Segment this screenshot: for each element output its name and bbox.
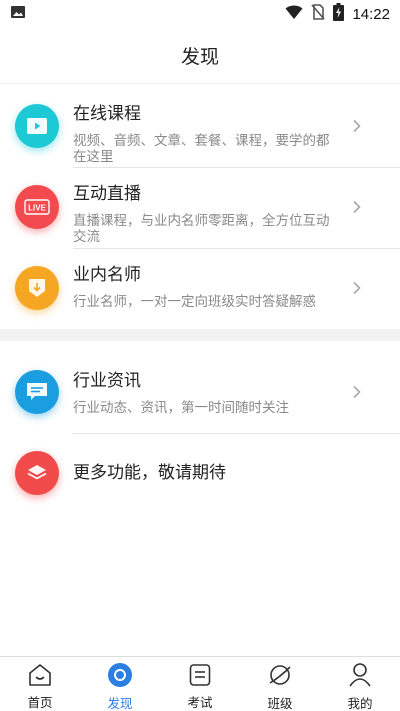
list-item-teacher[interactable]: 业内名师 行业名师，一对一定向班级实时答疑解惑 [0, 249, 400, 329]
status-bar: 14:22 [0, 0, 400, 28]
list-item-desc: 行业名师，一对一定向班级实时答疑解惑 [73, 294, 316, 310]
home-icon [27, 662, 53, 687]
class-planet-icon [267, 662, 293, 688]
message-icon [15, 370, 59, 414]
list-item-desc: 行业动态、资讯，第一时间随时关注 [73, 400, 289, 416]
chevron-right-icon [353, 119, 361, 133]
video-play-icon [15, 104, 59, 148]
layers-icon [15, 451, 59, 495]
list-item-desc: 直播课程，与业内名师零距离，全方位互动交流 [73, 213, 330, 245]
nav-home[interactable]: 首页 [0, 657, 80, 711]
wifi-icon [285, 4, 303, 24]
chevron-right-icon [353, 200, 361, 214]
header: 发现 [0, 28, 400, 84]
no-sim-icon [311, 4, 326, 24]
profile-icon [347, 662, 373, 688]
chevron-right-icon [353, 281, 361, 295]
page-title: 发现 [180, 46, 219, 68]
discover-icon [107, 662, 133, 688]
nav-exam[interactable]: 考试 [160, 657, 240, 711]
live-icon: LIVE [15, 185, 59, 229]
bottom-nav: 首页 发现 考试 班级 我的 [0, 656, 400, 711]
live-icon-text: LIVE [28, 204, 46, 213]
list-item-online-course[interactable]: 在线课程 视频、音频、文章、套餐、课程，要学的都在这里 [0, 88, 400, 168]
nav-label: 考试 [187, 695, 213, 710]
nav-discover[interactable]: 发现 [80, 657, 160, 711]
teacher-badge-icon [15, 266, 59, 310]
nav-label: 我的 [347, 696, 373, 711]
list-item-title: 更多功能，敬请期待 [73, 463, 226, 483]
nav-label: 发现 [107, 696, 133, 711]
nav-label: 班级 [267, 696, 293, 711]
list-item-title: 业内名师 [73, 265, 141, 285]
list-item-live[interactable]: LIVE 互动直播 直播课程，与业内名师零距离，全方位互动交流 [0, 168, 400, 248]
image-notification-icon [10, 4, 26, 24]
battery-charging-icon [333, 3, 345, 25]
status-time: 14:22 [352, 5, 390, 23]
list-item-desc: 视频、音频、文章、套餐、课程，要学的都在这里 [73, 133, 330, 165]
nav-class[interactable]: 班级 [240, 657, 320, 711]
section-separator [0, 329, 400, 341]
list-item-title: 在线课程 [73, 104, 141, 124]
nav-label: 首页 [27, 695, 53, 710]
list-item-title: 互动直播 [73, 184, 141, 204]
list-item-more[interactable]: 更多功能，敬请期待 [0, 434, 400, 510]
list-item-news[interactable]: 行业资讯 行业动态、资讯，第一时间随时关注 [0, 353, 400, 433]
exam-icon [187, 662, 213, 687]
chevron-right-icon [353, 385, 361, 399]
list-item-title: 行业资讯 [73, 371, 141, 391]
nav-profile[interactable]: 我的 [320, 657, 400, 711]
